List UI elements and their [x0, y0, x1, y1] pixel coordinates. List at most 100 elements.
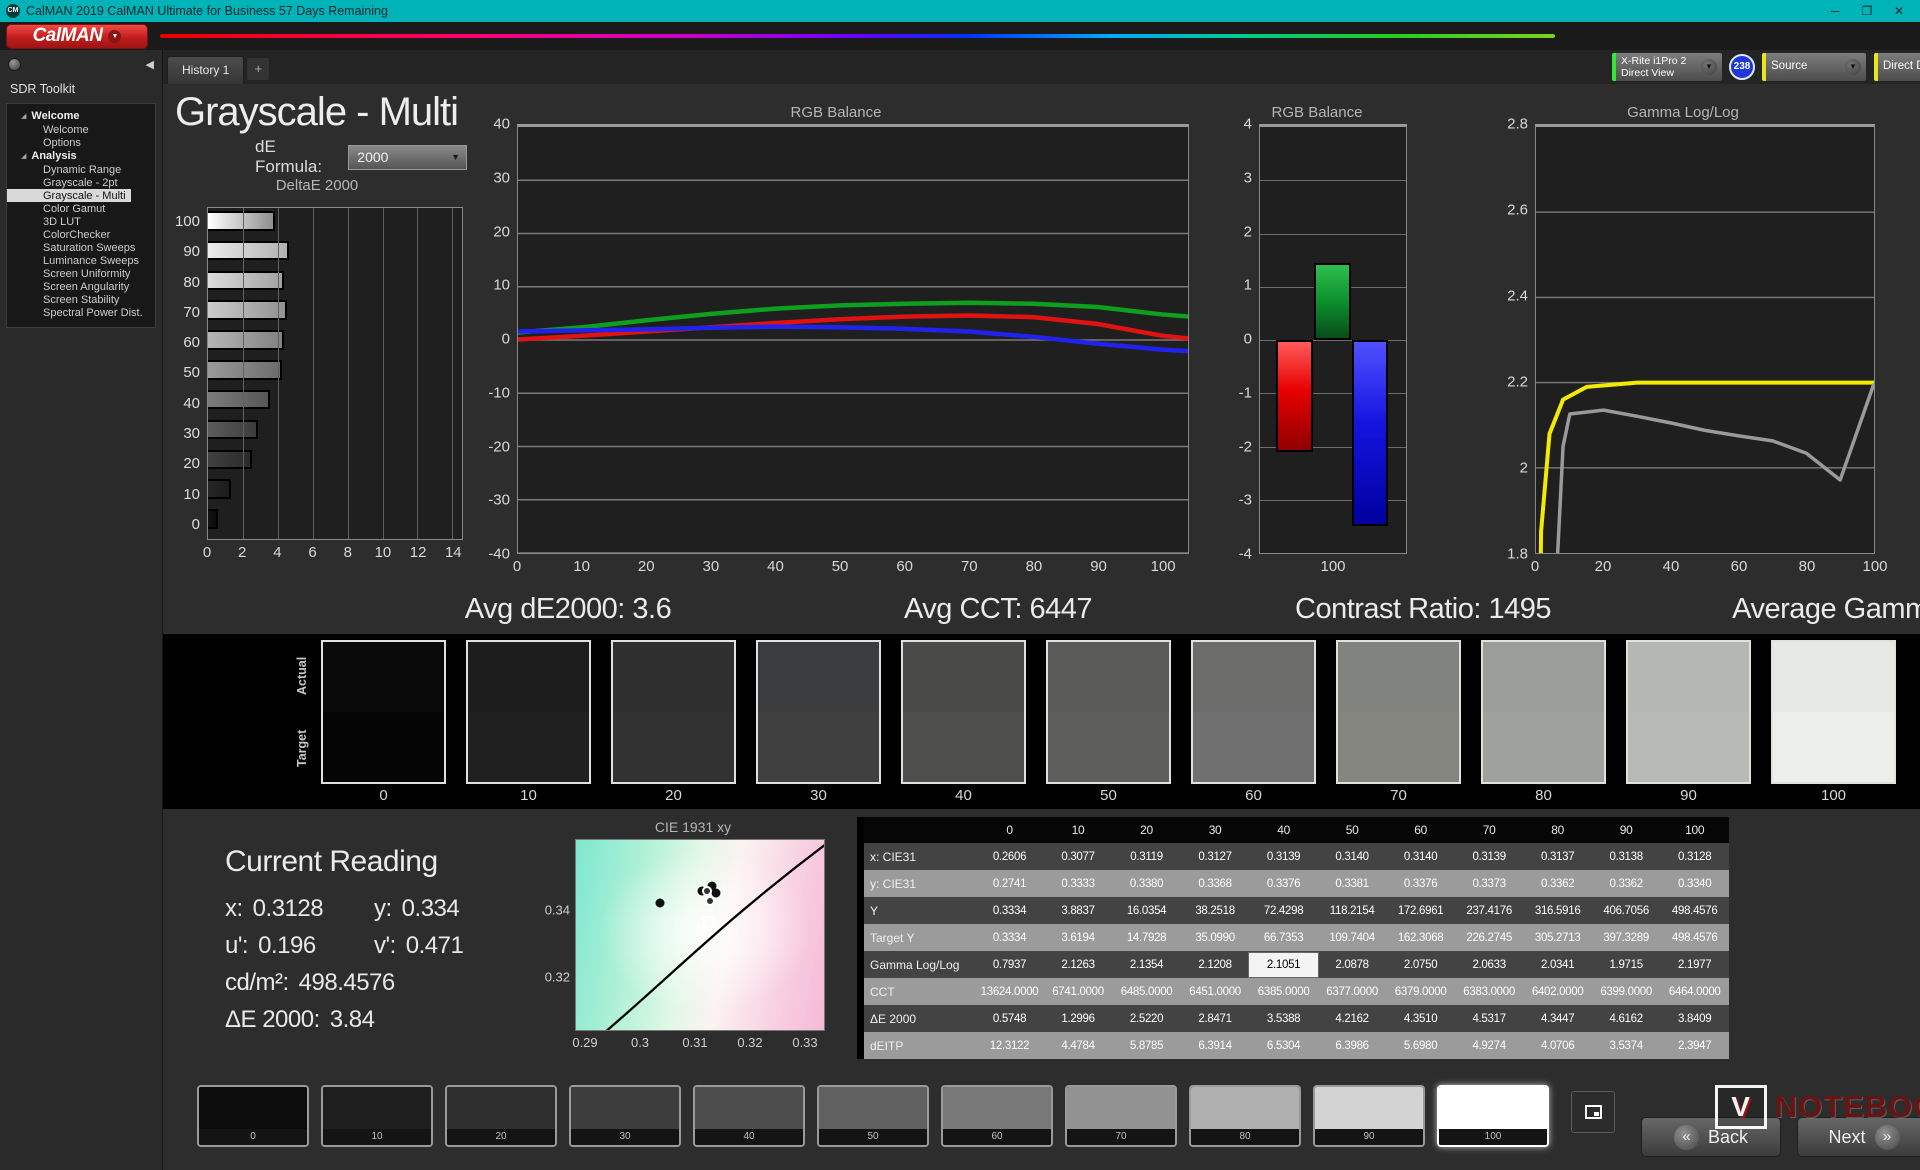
table-cell[interactable]: 4.5317 [1455, 1013, 1524, 1025]
table-cell[interactable]: 0.3138 [1592, 851, 1661, 863]
sidebar-item-screen-angularity[interactable]: Screen Angularity [7, 280, 155, 293]
sidebar-item-grayscale-2pt[interactable]: Grayscale - 2pt [7, 176, 155, 189]
table-cell[interactable]: 0.3334 [975, 905, 1044, 917]
table-cell[interactable]: 397.3289 [1592, 932, 1661, 944]
table-cell[interactable]: 4.2162 [1318, 1013, 1387, 1025]
pattern-level-90[interactable]: 90 [1313, 1085, 1425, 1147]
table-cell[interactable]: 35.0990 [1181, 932, 1250, 944]
pattern-level-0[interactable]: 0 [197, 1085, 309, 1147]
workflow-radio-icon[interactable] [8, 57, 21, 71]
pattern-window-button[interactable] [1571, 1091, 1615, 1133]
table-cell[interactable]: 3.5388 [1249, 1013, 1318, 1025]
table-cell[interactable]: 2.5220 [1112, 1013, 1181, 1025]
table-cell[interactable]: 2.3947 [1660, 1040, 1729, 1052]
table-cell[interactable]: 16.0354 [1112, 905, 1181, 917]
table-cell[interactable]: 2.0633 [1455, 959, 1524, 971]
pattern-level-70[interactable]: 70 [1065, 1085, 1177, 1147]
tree-group-welcome[interactable]: ◢ Welcome [7, 109, 155, 123]
table-cell[interactable]: 2.1263 [1044, 959, 1113, 971]
tree-expander-icon[interactable]: ◢ [21, 152, 26, 160]
table-cell[interactable]: 13624.0000 [975, 986, 1044, 998]
table-cell[interactable]: 0.3140 [1386, 851, 1455, 863]
meter-dropdown[interactable]: X-Rite i1Pro 2 Direct View ▼ [1611, 52, 1723, 82]
table-cell[interactable]: 0.3139 [1455, 851, 1524, 863]
table-cell[interactable]: 4.4784 [1044, 1040, 1113, 1052]
table-cell[interactable]: 6.3914 [1181, 1040, 1250, 1052]
tree-group-analysis[interactable]: ◢ Analysis [7, 149, 155, 163]
pattern-level-30[interactable]: 30 [569, 1085, 681, 1147]
table-cell[interactable]: 0.3140 [1318, 851, 1387, 863]
sidebar-item-3d-lut[interactable]: 3D LUT [7, 215, 155, 228]
table-cell[interactable]: 1.9715 [1592, 959, 1661, 971]
table-cell[interactable]: 0.3139 [1249, 851, 1318, 863]
pattern-level-40[interactable]: 40 [693, 1085, 805, 1147]
pattern-level-10[interactable]: 10 [321, 1085, 433, 1147]
table-cell[interactable]: 6.3986 [1318, 1040, 1387, 1052]
back-button[interactable]: « Back [1641, 1117, 1781, 1157]
table-cell[interactable]: 305.2713 [1523, 932, 1592, 944]
table-cell[interactable]: 2.8471 [1181, 1013, 1250, 1025]
table-cell[interactable]: 0.3376 [1386, 878, 1455, 890]
table-cell[interactable]: 498.4576 [1660, 932, 1729, 944]
sidebar-item-dynamic-range[interactable]: Dynamic Range [7, 163, 155, 176]
de-formula-select[interactable]: 2000 ▼ [348, 144, 467, 170]
display-control-dropdown[interactable]: Direct Display Control ▼ [1873, 52, 1920, 82]
table-cell[interactable]: 3.8837 [1044, 905, 1113, 917]
table-cell[interactable]: 4.0706 [1523, 1040, 1592, 1052]
table-cell[interactable]: 0.3381 [1318, 878, 1387, 890]
table-cell[interactable]: 2.1977 [1660, 959, 1729, 971]
table-cell[interactable]: 2.0878 [1318, 959, 1387, 971]
table-cell[interactable]: 0.2741 [975, 878, 1044, 890]
table-cell[interactable]: 4.3510 [1386, 1013, 1455, 1025]
source-dropdown[interactable]: Source ▼ [1761, 52, 1867, 82]
table-cell[interactable]: 6741.0000 [1044, 986, 1113, 998]
table-cell[interactable]: 0.7937 [975, 959, 1044, 971]
calman-menu-button[interactable]: CalMAN ▼ [6, 23, 148, 49]
sidebar-item-color-gamut[interactable]: Color Gamut [7, 202, 155, 215]
sidebar-item-luminance-sweeps[interactable]: Luminance Sweeps [7, 254, 155, 267]
pattern-level-20[interactable]: 20 [445, 1085, 557, 1147]
table-cell[interactable]: 6399.0000 [1592, 986, 1661, 998]
table-cell[interactable]: 0.3376 [1249, 878, 1318, 890]
table-cell[interactable]: 0.3333 [1044, 878, 1113, 890]
minimize-icon[interactable]: ─ [1828, 4, 1842, 18]
table-cell[interactable]: 12.3122 [975, 1040, 1044, 1052]
table-cell[interactable]: 6485.0000 [1112, 986, 1181, 998]
tree-expander-icon[interactable]: ◢ [21, 112, 26, 120]
table-cell[interactable]: 38.2518 [1181, 905, 1250, 917]
table-cell[interactable]: 498.4576 [1660, 905, 1729, 917]
table-cell[interactable]: 0.3119 [1112, 851, 1181, 863]
table-cell[interactable]: 72.4298 [1249, 905, 1318, 917]
add-tab-button[interactable]: + [246, 57, 271, 81]
table-cell[interactable]: 0.3137 [1523, 851, 1592, 863]
table-cell[interactable]: 0.3362 [1592, 878, 1661, 890]
table-cell[interactable]: 6464.0000 [1660, 986, 1729, 998]
table-cell[interactable]: 6379.0000 [1386, 986, 1455, 998]
table-cell[interactable]: 0.5748 [975, 1013, 1044, 1025]
table-cell[interactable]: 172.6961 [1386, 905, 1455, 917]
table-cell[interactable]: 109.7404 [1318, 932, 1387, 944]
table-cell[interactable]: 5.6980 [1386, 1040, 1455, 1052]
table-cell[interactable]: 3.5374 [1592, 1040, 1661, 1052]
table-cell[interactable]: 5.8785 [1112, 1040, 1181, 1052]
table-cell[interactable]: 6385.0000 [1249, 986, 1318, 998]
table-cell[interactable]: 0.3127 [1181, 851, 1250, 863]
sidebar-item-screen-uniformity[interactable]: Screen Uniformity [7, 267, 155, 280]
table-cell[interactable]: 226.2745 [1455, 932, 1524, 944]
close-icon[interactable]: ✕ [1892, 4, 1906, 18]
table-cell[interactable]: 6.5304 [1249, 1040, 1318, 1052]
table-cell[interactable]: 2.0750 [1386, 959, 1455, 971]
next-button[interactable]: Next » [1797, 1117, 1920, 1157]
table-cell[interactable]: 6451.0000 [1181, 986, 1250, 998]
pattern-level-60[interactable]: 60 [941, 1085, 1053, 1147]
pattern-level-80[interactable]: 80 [1189, 1085, 1301, 1147]
table-cell[interactable]: 6383.0000 [1455, 986, 1524, 998]
table-cell[interactable]: 406.7056 [1592, 905, 1661, 917]
table-cell[interactable]: 316.5916 [1523, 905, 1592, 917]
table-cell[interactable]: 6377.0000 [1318, 986, 1387, 998]
sidebar-item-saturation-sweeps[interactable]: Saturation Sweeps [7, 241, 155, 254]
table-cell[interactable]: 66.7353 [1249, 932, 1318, 944]
table-cell[interactable]: 237.4176 [1455, 905, 1524, 917]
sidebar-item-grayscale-multi[interactable]: Grayscale - Multi [7, 189, 131, 202]
table-cell[interactable]: 0.3128 [1660, 851, 1729, 863]
